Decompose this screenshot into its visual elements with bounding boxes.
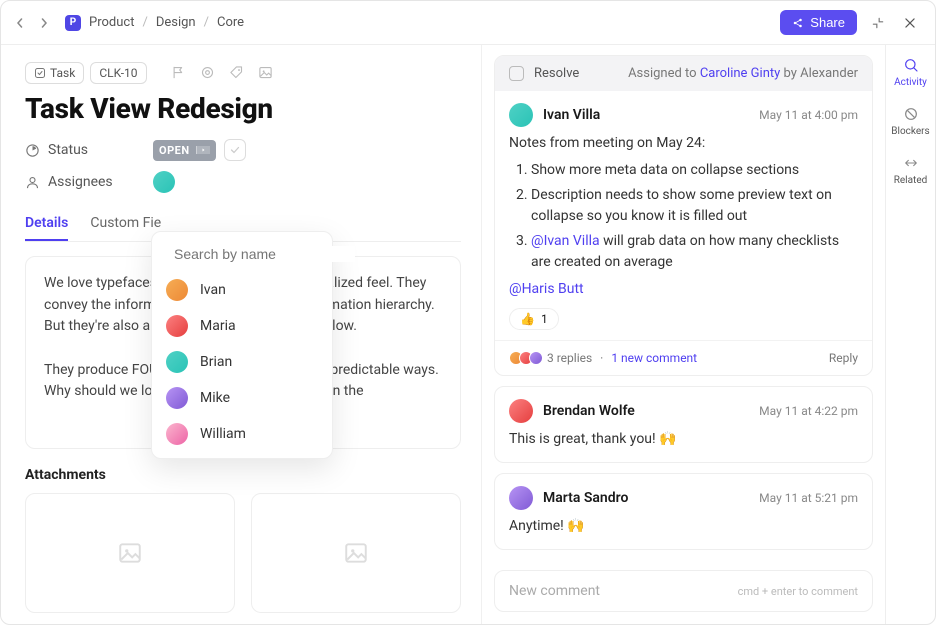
- assignee-avatar[interactable]: [153, 171, 175, 193]
- breadcrumb-item[interactable]: Product: [89, 15, 134, 30]
- forward-button[interactable]: [39, 18, 49, 28]
- assignees-label: Assignees: [25, 174, 135, 190]
- reaction-chip[interactable]: 👍 1: [509, 308, 559, 330]
- avatar: [509, 399, 533, 423]
- tag-icon[interactable]: [225, 61, 248, 84]
- flag-icon[interactable]: [167, 61, 190, 84]
- reaction-count: 1: [541, 312, 548, 326]
- app-icon[interactable]: P: [65, 15, 81, 31]
- assigned-meta: Assigned to Caroline Ginty by Alexander: [628, 66, 858, 81]
- status-chip[interactable]: OPEN: [153, 140, 216, 161]
- assignee-option[interactable]: Mike: [152, 380, 332, 416]
- task-badges: Task CLK-10: [25, 61, 461, 84]
- comment-timestamp: May 11 at 5:21 pm: [759, 491, 858, 505]
- breadcrumb-sep: /: [204, 15, 209, 30]
- reply-button[interactable]: Reply: [829, 351, 858, 365]
- task-detail-pane: Task CLK-10 Task View Redesign Status OP…: [1, 45, 481, 624]
- composer-hint: cmd + enter to comment: [738, 585, 858, 598]
- mention[interactable]: @Ivan Villa: [531, 233, 600, 249]
- assignee-search-input[interactable]: [174, 246, 355, 262]
- comment: Brendan Wolfe May 11 at 4:22 pm This is …: [494, 386, 873, 463]
- new-comment-count[interactable]: 1 new comment: [611, 351, 697, 365]
- page-title: Task View Redesign: [25, 92, 461, 125]
- topbar: P Product / Design / Core Share: [1, 1, 935, 45]
- assignee-option[interactable]: Brian: [152, 344, 332, 380]
- assignee-option[interactable]: Ivan: [152, 272, 332, 308]
- tab-custom-fields[interactable]: Custom Fie: [90, 207, 161, 241]
- status-label: Status: [25, 142, 135, 158]
- close-icon[interactable]: [899, 12, 921, 34]
- rail-activity[interactable]: Activity: [894, 57, 927, 88]
- assignee-option[interactable]: Maria: [152, 308, 332, 344]
- attachments-heading: Attachments: [25, 467, 461, 483]
- comment-timestamp: May 11 at 4:22 pm: [759, 404, 858, 418]
- reaction-emoji: 👍: [520, 312, 535, 326]
- task-id-badge[interactable]: CLK-10: [90, 62, 146, 84]
- assigned-name[interactable]: Caroline Ginty: [700, 66, 780, 81]
- resolve-label: Resolve: [534, 66, 579, 81]
- composer-placeholder: New comment: [509, 583, 600, 599]
- target-icon[interactable]: [196, 61, 219, 84]
- status-value: OPEN: [159, 144, 190, 157]
- comment-body: Anytime! 🙌: [509, 516, 858, 537]
- comment-author: Brendan Wolfe: [543, 403, 635, 419]
- complete-checkbox[interactable]: [224, 139, 246, 161]
- back-button[interactable]: [15, 18, 25, 28]
- avatar: [509, 103, 533, 127]
- image-icon[interactable]: [254, 61, 277, 84]
- attachment-placeholder[interactable]: [251, 493, 461, 613]
- task-type-label: Task: [50, 66, 75, 80]
- comment-body: Notes from meeting on May 24: Show more …: [509, 133, 858, 300]
- assignee-dropdown: Ivan Maria Brian Mike William: [151, 231, 333, 459]
- comment-author: Marta Sandro: [543, 490, 628, 506]
- rail-blockers[interactable]: Blockers: [891, 106, 929, 137]
- share-button[interactable]: Share: [780, 10, 857, 35]
- collapse-icon[interactable]: [867, 12, 889, 34]
- assignee-option[interactable]: William: [152, 416, 332, 452]
- tab-details[interactable]: Details: [25, 207, 68, 241]
- replies-count[interactable]: 3 replies: [547, 351, 592, 365]
- breadcrumb-item[interactable]: Core: [217, 15, 244, 30]
- reply-avatars: [509, 351, 539, 365]
- right-rail: Activity Blockers Related: [885, 45, 935, 624]
- mention[interactable]: @Haris Butt: [509, 281, 584, 297]
- comment-composer[interactable]: New comment cmd + enter to comment: [494, 570, 873, 612]
- comment-author: Ivan Villa: [543, 107, 600, 123]
- comment-thread: Resolve Assigned to Caroline Ginty by Al…: [494, 55, 873, 376]
- breadcrumb-item[interactable]: Design: [156, 15, 196, 30]
- rail-related[interactable]: Related: [894, 155, 928, 186]
- task-type-badge[interactable]: Task: [25, 62, 84, 84]
- comment-timestamp: May 11 at 4:00 pm: [759, 108, 858, 122]
- avatar: [509, 486, 533, 510]
- status-caret-icon[interactable]: [196, 146, 210, 154]
- share-label: Share: [810, 15, 845, 30]
- resolve-checkbox[interactable]: [509, 66, 524, 81]
- breadcrumb-sep: /: [142, 15, 147, 30]
- nav-arrows: [15, 18, 49, 28]
- breadcrumb: P Product / Design / Core: [65, 15, 244, 31]
- comment: Marta Sandro May 11 at 5:21 pm Anytime! …: [494, 473, 873, 550]
- comment-body: This is great, thank you! 🙌: [509, 429, 858, 450]
- attachment-placeholder[interactable]: [25, 493, 235, 613]
